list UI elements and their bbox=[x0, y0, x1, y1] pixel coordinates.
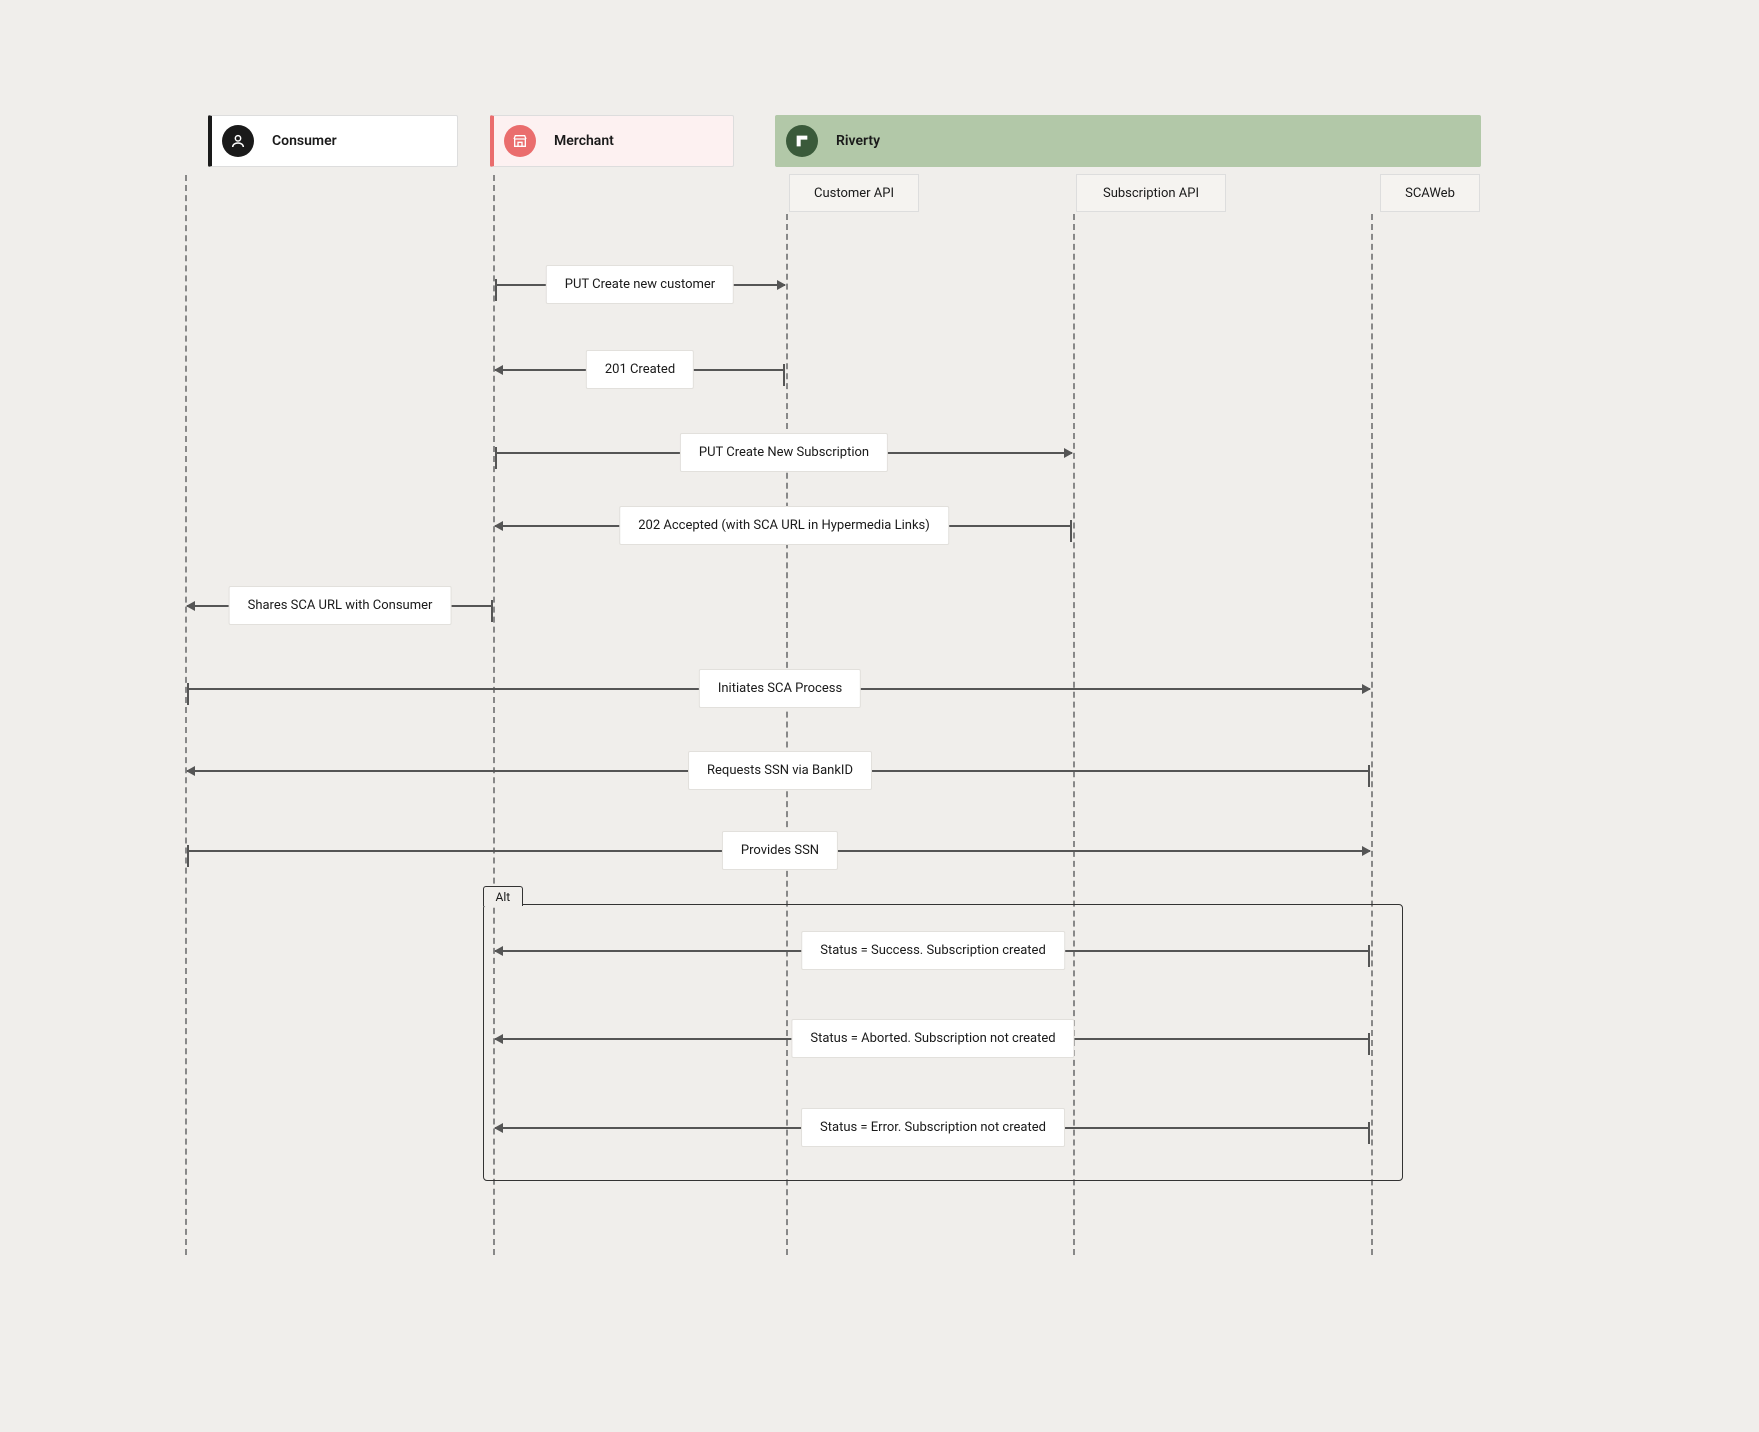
message-label: 202 Accepted (with SCA URL in Hypermedia… bbox=[619, 506, 949, 545]
sub-participant-customer-api: Customer API bbox=[789, 174, 919, 212]
sub-participant-scaweb: SCAWeb bbox=[1380, 174, 1480, 212]
lifeline-consumer bbox=[185, 175, 187, 1255]
sequence-diagram: Consumer Merchant Riverty Customer API S… bbox=[0, 0, 1759, 1432]
sub-participant-label: Customer API bbox=[814, 186, 894, 201]
message-label: Provides SSN bbox=[722, 831, 838, 870]
message-label: 201 Created bbox=[586, 350, 694, 389]
sub-participant-label: Subscription API bbox=[1103, 186, 1199, 201]
store-icon bbox=[504, 125, 536, 157]
participant-riverty: Riverty bbox=[775, 115, 1481, 167]
riverty-logo-icon bbox=[786, 125, 818, 157]
participant-consumer: Consumer bbox=[208, 115, 458, 167]
message-label: PUT Create New Subscription bbox=[680, 433, 888, 472]
message-label: Initiates SCA Process bbox=[699, 669, 861, 708]
message-label: Status = Aborted. Subscription not creat… bbox=[791, 1019, 1074, 1058]
person-icon bbox=[222, 125, 254, 157]
message-label: Status = Error. Subscription not created bbox=[801, 1108, 1065, 1147]
sub-participant-label: SCAWeb bbox=[1405, 186, 1455, 201]
participant-label: Merchant bbox=[554, 133, 614, 149]
participant-label: Consumer bbox=[272, 133, 337, 149]
alt-frame-label: Alt bbox=[483, 886, 524, 906]
message-label: Requests SSN via BankID bbox=[688, 751, 872, 790]
participant-merchant: Merchant bbox=[490, 115, 734, 167]
message-label: PUT Create new customer bbox=[546, 265, 734, 304]
message-label: Status = Success. Subscription created bbox=[801, 931, 1065, 970]
sub-participant-subscription-api: Subscription API bbox=[1076, 174, 1226, 212]
message-label: Shares SCA URL with Consumer bbox=[229, 586, 452, 625]
participant-label: Riverty bbox=[836, 133, 880, 149]
